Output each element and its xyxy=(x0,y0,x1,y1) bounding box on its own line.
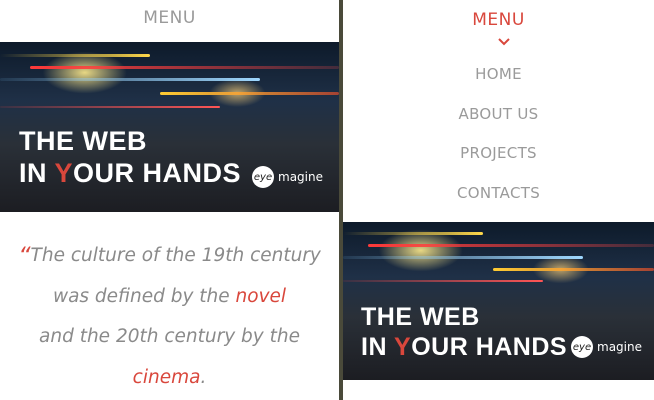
hero-title-part: OUR HANDS xyxy=(73,158,242,189)
hero-title-accent: Y xyxy=(54,158,74,189)
hero-title-line1: THE WEB xyxy=(19,126,147,157)
logo-badge: eye xyxy=(571,336,594,358)
light-streak xyxy=(368,244,654,247)
hero-title-line2: IN YOUR HANDS xyxy=(19,158,241,190)
hero-title: THE WEB IN YOUR HANDS xyxy=(19,126,241,190)
hero-title-accent: Y xyxy=(394,332,412,361)
right-panel: MENU HOME ABOUT US PROJECTS CONTACTS THE… xyxy=(343,0,654,400)
quote-text: was defined by the xyxy=(52,285,236,307)
quote-block: “The culture of the 19th century was def… xyxy=(14,236,325,398)
chevron-down-icon[interactable] xyxy=(498,38,510,46)
menu-toggle[interactable]: MENU xyxy=(0,8,339,28)
hero-title-part: IN xyxy=(19,158,55,189)
light-streak xyxy=(343,232,483,235)
light-streak xyxy=(0,54,150,57)
hero-title-part: OUR HANDS xyxy=(411,332,568,361)
eyemagine-logo: eye magine xyxy=(571,336,642,358)
quote-line: and the 20th century by the xyxy=(39,326,300,347)
light-streak xyxy=(0,78,260,81)
hero-title: THE WEB IN YOUR HANDS xyxy=(361,303,567,362)
nav-item-home[interactable]: HOME xyxy=(343,62,654,102)
logo-badge: eye xyxy=(252,166,275,188)
hero-banner: THE WEB IN YOUR HANDS eye magine xyxy=(343,222,654,380)
quote-text: The culture of the 19th century xyxy=(30,245,321,266)
menu-toggle[interactable]: MENU xyxy=(343,10,654,30)
nav-item-contacts[interactable]: CONTACTS xyxy=(343,181,654,221)
hero-title-part: IN xyxy=(361,332,394,361)
quote-line: “The culture of the 19th century xyxy=(14,236,325,277)
hero-banner: THE WEB IN YOUR HANDS eye magine xyxy=(0,42,339,212)
eyemagine-logo: eye magine xyxy=(252,166,323,188)
light-streak xyxy=(0,106,220,108)
logo-text: magine xyxy=(278,170,323,184)
nav-item-about-us[interactable]: ABOUT US xyxy=(343,102,654,142)
quote-line: was defined by the novel xyxy=(14,277,325,318)
quote-highlight: novel xyxy=(235,285,287,307)
quote-mark: “ xyxy=(18,242,31,270)
light-streak xyxy=(343,280,543,282)
left-panel: MENU THE WEB IN YOUR HANDS eye magine “T… xyxy=(0,0,339,400)
light-streak xyxy=(343,256,583,259)
light-streak xyxy=(493,268,654,271)
light-streak xyxy=(160,92,339,95)
nav-menu: HOME ABOUT US PROJECTS CONTACTS xyxy=(343,62,654,220)
nav-item-projects[interactable]: PROJECTS xyxy=(343,141,654,181)
quote-highlight: cinema xyxy=(132,366,201,388)
hero-title-line1: THE WEB xyxy=(361,303,480,331)
quote-text: . xyxy=(200,366,207,388)
light-streak xyxy=(30,66,339,69)
logo-text: magine xyxy=(597,340,642,354)
quote-line: cinema. xyxy=(14,358,325,399)
hero-title-line2: IN YOUR HANDS xyxy=(361,333,567,363)
